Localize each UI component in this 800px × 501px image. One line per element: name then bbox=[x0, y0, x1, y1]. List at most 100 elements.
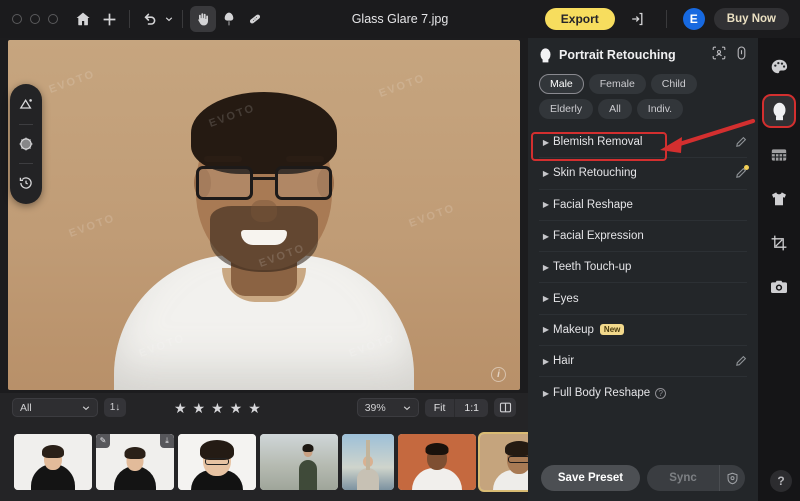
zoom-select[interactable]: 39% bbox=[356, 398, 419, 417]
filter-select-value: All bbox=[20, 401, 32, 414]
zoom-button[interactable] bbox=[48, 14, 58, 24]
help-button[interactable]: ? bbox=[770, 470, 792, 492]
sync-group: Sync bbox=[647, 465, 745, 491]
filmstrip-toolbar: All 1↓ ★ ★ ★ ★ ★ 39% Fit 1:1 bbox=[0, 393, 528, 422]
top-toolbar: Glass Glare 7.jpg Export E Buy Now bbox=[0, 0, 800, 38]
chevron-right-icon[interactable]: ▶ bbox=[539, 232, 553, 241]
section-eyes[interactable]: ▶ Eyes bbox=[539, 283, 747, 315]
fit-ratio-segment[interactable]: Fit 1:1 bbox=[424, 398, 488, 417]
crop-icon[interactable] bbox=[764, 228, 794, 258]
list-item[interactable] bbox=[342, 433, 394, 490]
grid-icon[interactable] bbox=[764, 140, 794, 170]
section-skin-retouching[interactable]: ▶ Skin Retouching bbox=[539, 158, 749, 190]
gender-age-chips[interactable]: Male Female Child Elderly All Indiv. bbox=[528, 72, 758, 127]
list-item[interactable] bbox=[178, 433, 256, 490]
page-title: Portrait Retouching bbox=[559, 48, 676, 62]
sort-button[interactable]: 1↓ bbox=[104, 398, 126, 417]
section-facial-reshape[interactable]: ▶ Facial Reshape bbox=[539, 190, 747, 221]
status-badge: New bbox=[599, 324, 625, 336]
palette-icon[interactable] bbox=[764, 52, 794, 82]
avatar[interactable]: E bbox=[682, 8, 705, 30]
export-button[interactable]: Export bbox=[544, 8, 615, 30]
star-2[interactable]: ★ bbox=[193, 401, 206, 415]
section-facial-expression[interactable]: ▶ Facial Expression bbox=[539, 221, 747, 253]
canvas-info-icon[interactable]: i bbox=[491, 367, 506, 382]
chip-female[interactable]: Female bbox=[588, 74, 646, 94]
canvas-area[interactable]: EVOTO EVOTO EVOTO EVOTO EVOTO EVOTO EVOT… bbox=[0, 38, 528, 393]
crop-ratio-icon[interactable] bbox=[13, 92, 39, 118]
section-label: Facial Reshape bbox=[553, 198, 633, 211]
watermark: EVOTO bbox=[67, 212, 117, 240]
chevron-right-icon[interactable]: ▶ bbox=[539, 263, 553, 272]
undo-chevron-down-icon[interactable] bbox=[163, 6, 175, 32]
share-icon[interactable] bbox=[624, 6, 650, 32]
filter-select[interactable]: All bbox=[12, 398, 98, 417]
chip-indiv[interactable]: Indiv. bbox=[636, 99, 684, 119]
camera-icon[interactable] bbox=[764, 272, 794, 302]
save-preset-button[interactable]: Save Preset bbox=[541, 465, 640, 491]
right-panel-header: Portrait Retouching bbox=[528, 38, 758, 72]
add-icon[interactable] bbox=[96, 6, 122, 32]
help-circle-icon[interactable]: ? bbox=[655, 387, 667, 399]
rating-stars[interactable]: ★ ★ ★ ★ ★ bbox=[174, 401, 261, 415]
texture-icon[interactable] bbox=[13, 131, 39, 157]
fit-button[interactable]: Fit bbox=[425, 399, 455, 417]
hand-tool-icon[interactable] bbox=[190, 6, 216, 32]
list-item[interactable] bbox=[480, 433, 528, 490]
section-label: Skin Retouching bbox=[553, 167, 637, 180]
portrait-icon[interactable] bbox=[764, 96, 794, 126]
download-badge-icon: ⤓ bbox=[160, 433, 174, 448]
portrait-icon bbox=[540, 47, 551, 62]
chevron-right-icon[interactable]: ▶ bbox=[539, 294, 553, 303]
buy-now-button[interactable]: Buy Now bbox=[713, 8, 789, 30]
filmstrip[interactable]: ✎ ⤓ bbox=[0, 422, 528, 501]
toolbar-right-group: Export E Buy Now bbox=[544, 6, 789, 32]
one-to-one-button[interactable]: 1:1 bbox=[454, 398, 488, 417]
healing-bandaid-tool-icon[interactable] bbox=[242, 6, 268, 32]
clothing-icon[interactable] bbox=[764, 184, 794, 214]
star-4[interactable]: ★ bbox=[230, 401, 243, 415]
chevron-right-icon[interactable]: ▶ bbox=[539, 325, 553, 334]
brush-edit-icon[interactable] bbox=[735, 355, 747, 367]
app-window: Glass Glare 7.jpg Export E Buy Now EVOTO… bbox=[0, 0, 800, 501]
chevron-right-icon[interactable]: ▶ bbox=[539, 200, 553, 209]
list-item[interactable] bbox=[398, 433, 476, 490]
window-controls[interactable] bbox=[12, 14, 58, 24]
chip-child[interactable]: Child bbox=[650, 74, 697, 94]
right-panel-header-icons bbox=[712, 45, 747, 65]
history-icon[interactable] bbox=[13, 170, 39, 196]
face-detect-icon[interactable] bbox=[712, 46, 726, 65]
main-photo[interactable]: EVOTO EVOTO EVOTO EVOTO EVOTO EVOTO EVOT… bbox=[8, 40, 520, 390]
chevron-right-icon[interactable]: ▶ bbox=[539, 357, 553, 366]
brush-tool-icon[interactable] bbox=[216, 6, 242, 32]
section-blemish-removal[interactable]: ▶ Blemish Removal bbox=[539, 127, 747, 159]
chevron-right-icon[interactable]: ▶ bbox=[539, 389, 553, 398]
star-1[interactable]: ★ bbox=[174, 401, 187, 415]
chevron-right-icon[interactable]: ▶ bbox=[539, 169, 553, 178]
list-item[interactable]: ✎ ⤓ bbox=[96, 433, 174, 490]
brush-edit-icon[interactable] bbox=[735, 136, 747, 148]
home-icon[interactable] bbox=[70, 6, 96, 32]
rail-divider-1 bbox=[19, 124, 33, 125]
close-button[interactable] bbox=[12, 14, 22, 24]
star-3[interactable]: ★ bbox=[211, 401, 224, 415]
section-makeup[interactable]: ▶ Makeup New bbox=[539, 315, 747, 347]
undo-icon[interactable] bbox=[137, 6, 163, 32]
brush-edit-icon[interactable] bbox=[735, 165, 749, 179]
section-full-body-reshape[interactable]: ▶ Full Body Reshape ? bbox=[539, 377, 747, 408]
section-hair[interactable]: ▶ Hair bbox=[539, 346, 747, 378]
list-item[interactable] bbox=[14, 433, 92, 490]
sync-button[interactable]: Sync bbox=[647, 465, 719, 491]
chip-all[interactable]: All bbox=[598, 99, 632, 119]
chip-elderly[interactable]: Elderly bbox=[539, 99, 594, 119]
minimize-button[interactable] bbox=[30, 14, 40, 24]
watermark: EVOTO bbox=[377, 72, 427, 100]
person-toggle-icon[interactable] bbox=[736, 45, 747, 65]
sync-settings-icon[interactable] bbox=[719, 465, 745, 491]
list-item[interactable] bbox=[260, 433, 338, 490]
star-5[interactable]: ★ bbox=[248, 401, 261, 415]
compare-icon[interactable] bbox=[494, 398, 516, 417]
chevron-right-icon[interactable]: ▶ bbox=[539, 138, 553, 147]
section-teeth-touch-up[interactable]: ▶ Teeth Touch-up bbox=[539, 252, 747, 284]
chip-male[interactable]: Male bbox=[539, 74, 584, 94]
